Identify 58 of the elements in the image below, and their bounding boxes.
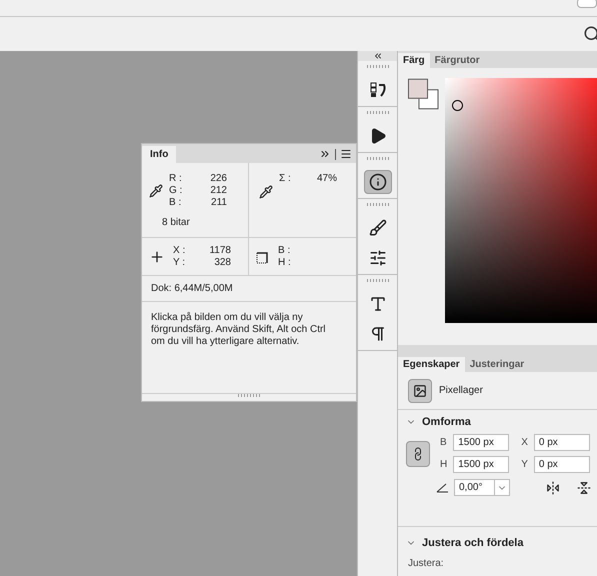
readout-label: R : bbox=[169, 173, 183, 185]
bit-depth: 8 bitar bbox=[162, 217, 191, 229]
history-icon bbox=[368, 81, 386, 99]
section-title: Omforma bbox=[422, 414, 471, 430]
search-icon[interactable] bbox=[583, 25, 597, 43]
dimension-field[interactable]: 0 px bbox=[534, 434, 590, 451]
panel-tab[interactable]: Egenskaper bbox=[398, 357, 465, 372]
eyedropper-icon[interactable] bbox=[259, 185, 273, 199]
dimension-field[interactable]: 1500 px bbox=[453, 456, 510, 473]
info-icon bbox=[368, 173, 386, 191]
eyedropper-icon[interactable] bbox=[149, 184, 163, 198]
brush-icon bbox=[368, 219, 386, 237]
readout-label: G : bbox=[169, 185, 184, 197]
readout-label: Σ : bbox=[279, 173, 292, 185]
link-button[interactable] bbox=[406, 440, 430, 466]
crosshair-icon bbox=[149, 248, 165, 264]
layer-type-button[interactable] bbox=[408, 378, 432, 402]
readout-value: 47% bbox=[316, 173, 337, 185]
readout-label: Y : bbox=[173, 256, 186, 268]
field-label: X bbox=[521, 436, 528, 450]
section-title: Justera och fördela bbox=[422, 536, 524, 551]
align-label: Justera: bbox=[407, 557, 445, 571]
field-label: Y bbox=[521, 458, 528, 472]
type-icon bbox=[368, 295, 386, 313]
panel-tab[interactable]: Färg bbox=[398, 53, 430, 68]
readout-value: 211 bbox=[210, 197, 227, 209]
dock-button[interactable] bbox=[364, 170, 392, 194]
readout-value: 328 bbox=[213, 256, 231, 268]
panel-tab[interactable]: Justeringar bbox=[464, 357, 530, 372]
flip-horizontal-icon[interactable] bbox=[546, 480, 560, 494]
foreground-swatch[interactable] bbox=[408, 78, 428, 99]
expand-icon[interactable] bbox=[319, 148, 331, 160]
layer-type: Pixellager bbox=[439, 384, 483, 398]
menu-icon[interactable] bbox=[340, 148, 352, 160]
readout-label: B : bbox=[278, 244, 292, 256]
color-picker-handle[interactable] bbox=[452, 100, 462, 111]
angle-icon bbox=[436, 482, 449, 492]
readout-label: B : bbox=[169, 197, 182, 209]
document-size: Dok: 6,44M/5,00M bbox=[151, 282, 233, 296]
readout-value: 226 bbox=[209, 173, 227, 185]
color-field[interactable] bbox=[444, 78, 597, 323]
readout-value: 212 bbox=[209, 185, 227, 197]
field-label: B bbox=[440, 436, 448, 450]
dimension-field[interactable]: 1500 px bbox=[453, 434, 510, 451]
hint-text: Klicka på bilden om du vill välja ny förgrundsfärg. Använd Skift, Alt och Ctrl om du vill ha ytterligare alternativ. bbox=[151, 312, 327, 348]
field-label: H bbox=[440, 458, 448, 472]
readout-value: 1178 bbox=[208, 244, 231, 256]
selection-size-icon bbox=[256, 250, 270, 264]
panel-tab[interactable]: Info bbox=[142, 146, 176, 163]
sliders-icon bbox=[368, 249, 386, 267]
readout-label: H : bbox=[278, 256, 292, 268]
angle-dropdown[interactable]: 0,00° bbox=[454, 479, 510, 496]
collapse-icon[interactable] bbox=[372, 51, 382, 61]
image-icon bbox=[413, 384, 427, 398]
flip-vertical-icon[interactable] bbox=[577, 480, 591, 494]
readout-label: X : bbox=[173, 244, 186, 256]
dimension-field[interactable]: 0 px bbox=[534, 456, 590, 473]
panel-tab[interactable]: Färgrutor bbox=[430, 53, 485, 68]
